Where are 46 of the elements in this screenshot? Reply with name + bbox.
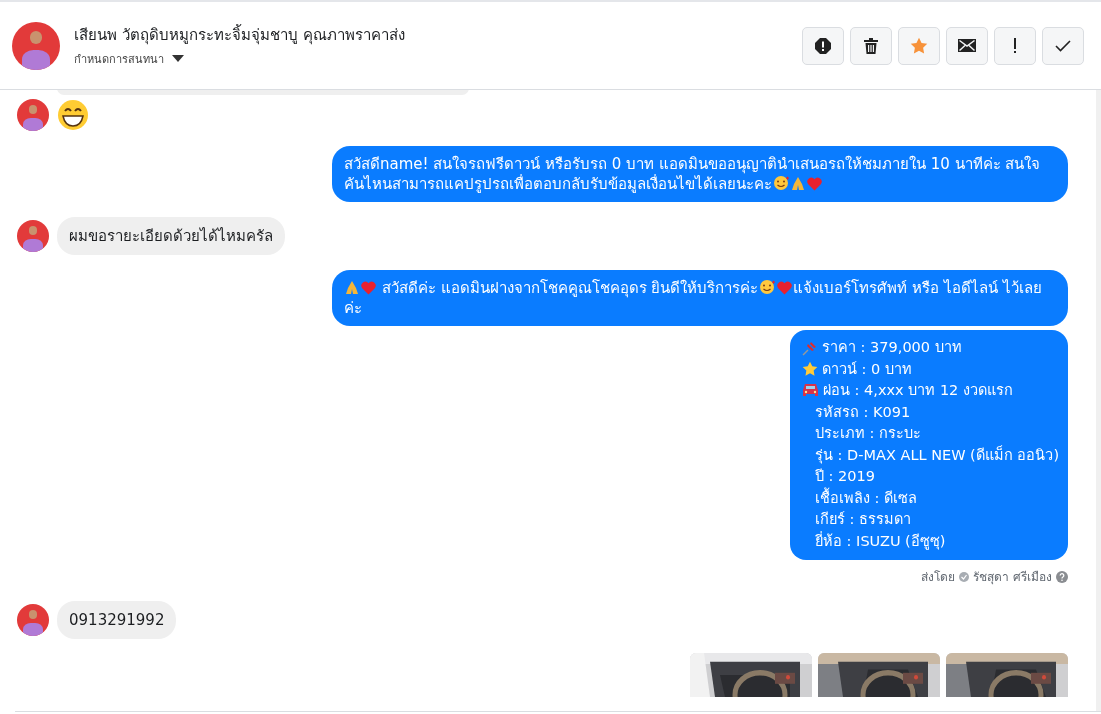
detail-line: ราคา : 379,000 บาท	[822, 338, 962, 357]
detail-line: ดาวน์ : 0 บาท	[822, 359, 912, 379]
heart-icon	[807, 177, 822, 191]
sender-name: รัชสุดา ศรีเมือง	[973, 569, 1052, 586]
detail-line: ประเภท : กระบะ	[815, 424, 922, 443]
done-button[interactable]	[1042, 26, 1084, 65]
star-icon	[802, 361, 818, 378]
detail-line: รุ่น : D-MAX ALL NEW (ดีแม็ก ออนิว)	[815, 444, 1060, 466]
message-bubble: 0913291992	[57, 601, 177, 639]
detail-line: ปี : 2019	[815, 467, 875, 486]
star-icon	[910, 36, 928, 55]
conversation-menu[interactable]: กำหนดการสนทนา	[74, 50, 184, 68]
avatar	[17, 604, 49, 636]
scrollbar[interactable]	[1096, 90, 1101, 714]
message-bubble: ผมขอรายะเอียดด้วยได้ไหมครัล	[57, 217, 285, 255]
message-bubble: สวัสดีค่ะ แอดมินฝางจากโชคคูณโชคอุดร ยินดีให้บริการค่ะ แจ้งเบอร์โทรศัพท์ หรือ ไอดีไลน์ ไว้เลยค่ะ	[332, 270, 1068, 326]
detail-line: รหัสรถ : K091	[815, 402, 911, 422]
smiling-face-icon	[759, 279, 776, 295]
contact-name: เสียนพ วัตถุดิบหมูกระทะจิ้มจุ่มชาบู คุณภาพราคาส่ง	[74, 23, 406, 47]
help-icon	[1056, 570, 1068, 583]
detail-line: เกียร์ : ธรรมดา	[815, 510, 912, 529]
mail-button[interactable]	[946, 26, 988, 65]
smiling-face-icon	[773, 175, 789, 191]
delete-button[interactable]	[850, 26, 892, 65]
sent-by-label: ส่งโดย	[921, 569, 956, 586]
envelope-icon	[958, 39, 976, 52]
detail-line: ยี่ห้อ : ISUZU (อีซูซุ)	[815, 530, 946, 552]
avatar	[17, 99, 49, 131]
detail-line: เชื้อเพลิง : ดีเซล	[815, 487, 918, 508]
report-button[interactable]	[802, 26, 844, 65]
alert-icon	[815, 37, 831, 54]
heart-icon	[361, 281, 376, 295]
grinning-face-icon	[57, 99, 89, 131]
avatar	[12, 21, 60, 70]
trash-icon	[864, 37, 878, 54]
caret-icon	[172, 55, 184, 63]
star-button[interactable]	[898, 26, 940, 65]
exclamation-icon	[1013, 37, 1017, 54]
check-circle-icon	[959, 571, 970, 582]
avatar	[17, 220, 49, 252]
detail-line: ผ่อน : 4,xxx บาท 12 งวดแรก	[823, 381, 1013, 400]
checkmark-icon	[1055, 39, 1071, 52]
heart-icon	[777, 281, 793, 295]
pushpin-icon	[802, 339, 818, 356]
message-bubble: สวัสดีname! สนใจรถฟรีดาวน์ หรือรับรถ 0 บาท แอดมินขออนุญาตินำเสนอรถให้ชมภายใน 10 นาทีค่ะ สนใจคันไหนสามารถแคปรูปรถเพื่อตอบกลับรับข้อมูลเงื่อนไขได้เลยนะคะ	[332, 146, 1068, 202]
car-icon	[802, 383, 819, 399]
